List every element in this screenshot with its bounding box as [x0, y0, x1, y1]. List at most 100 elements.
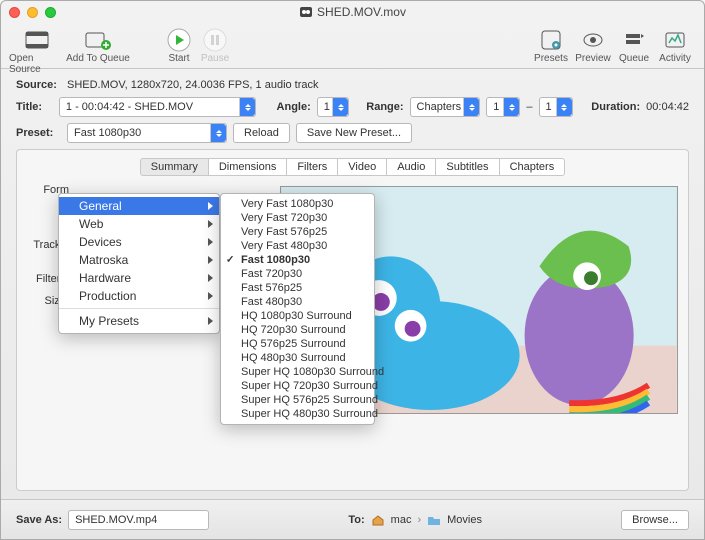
preset-select[interactable]: Fast 1080p30	[67, 123, 227, 143]
menu-item-web[interactable]: Web	[59, 215, 219, 233]
presets-icon	[540, 29, 562, 51]
app-window: SHED.MOV.mov Open Source Add To Queue St…	[0, 0, 705, 540]
range-to-select[interactable]: 1	[539, 97, 573, 117]
preset-submenu: Very Fast 1080p30 Very Fast 720p30 Very …	[220, 193, 375, 425]
check-icon: ✓	[226, 255, 234, 266]
tab-subtitles[interactable]: Subtitles	[436, 158, 499, 176]
angle-value: 1	[324, 101, 330, 113]
tab-chapters[interactable]: Chapters	[500, 158, 566, 176]
select-arrows-icon	[332, 98, 348, 116]
play-icon	[167, 28, 191, 52]
duration-value: 00:04:42	[646, 101, 689, 113]
select-arrows-icon	[503, 98, 519, 116]
movie-icon	[299, 6, 313, 18]
save-as-field[interactable]: SHED.MOV.mp4	[68, 510, 209, 530]
preset-category-menu: General Web Devices Matroska Hardware Pr…	[58, 193, 220, 334]
preset-label: Preset:	[16, 127, 61, 139]
preset-row: Preset: Fast 1080p30 Reload Save New Pre…	[16, 123, 689, 143]
submenu-item[interactable]: Super HQ 576p25 Surround	[221, 393, 374, 407]
range-type-value: Chapters	[417, 101, 462, 113]
submenu-item[interactable]: Super HQ 480p30 Surround	[221, 407, 374, 421]
menu-item-hardware[interactable]: Hardware	[59, 269, 219, 287]
range-type-select[interactable]: Chapters	[410, 97, 481, 117]
title-select-value: 1 - 00:04:42 - SHED.MOV	[66, 101, 193, 113]
tab-dimensions[interactable]: Dimensions	[209, 158, 287, 176]
submenu-item[interactable]: Very Fast 576p25	[221, 225, 374, 239]
range-label: Range:	[366, 101, 403, 113]
save-as-filename: SHED.MOV.mp4	[75, 514, 157, 526]
submenu-item[interactable]: HQ 576p25 Surround	[221, 337, 374, 351]
menu-item-general[interactable]: General	[59, 197, 219, 215]
preview-label: Preview	[575, 53, 611, 64]
pause-button: Pause	[197, 25, 233, 64]
folder-icon	[427, 514, 441, 526]
submenu-item[interactable]: Super HQ 1080p30 Surround	[221, 365, 374, 379]
chevron-right-icon: ›	[417, 514, 421, 526]
submenu-item[interactable]: Fast 576p25	[221, 281, 374, 295]
select-arrows-icon	[556, 98, 572, 116]
tab-video[interactable]: Video	[338, 158, 387, 176]
browse-label: Browse...	[632, 514, 678, 526]
activity-label: Activity	[659, 53, 691, 64]
window-title: SHED.MOV.mov	[1, 5, 704, 19]
submenu-item-checked[interactable]: ✓Fast 1080p30	[221, 253, 374, 267]
select-arrows-icon	[210, 124, 226, 142]
browse-button[interactable]: Browse...	[621, 510, 689, 530]
range-to-value: 1	[546, 101, 552, 113]
select-arrows-icon	[239, 98, 255, 116]
open-source-button[interactable]: Open Source	[9, 25, 65, 75]
content-area: Source: SHED.MOV, 1280x720, 24.0036 FPS,…	[1, 69, 704, 499]
menu-separator	[59, 308, 219, 309]
pause-label: Pause	[201, 53, 229, 64]
menu-item-matroska[interactable]: Matroska	[59, 251, 219, 269]
title-label: Title:	[16, 101, 53, 113]
source-value: SHED.MOV, 1280x720, 24.0036 FPS, 1 audio…	[67, 79, 319, 91]
home-icon	[371, 514, 385, 526]
range-separator: –	[526, 101, 532, 113]
tab-bar: Summary Dimensions Filters Video Audio S…	[27, 158, 678, 176]
submenu-item[interactable]: Very Fast 480p30	[221, 239, 374, 253]
submenu-item[interactable]: Fast 480p30	[221, 295, 374, 309]
submenu-item[interactable]: HQ 480p30 Surround	[221, 351, 374, 365]
pause-icon	[203, 28, 227, 52]
submenu-item[interactable]: Very Fast 1080p30	[221, 197, 374, 211]
tab-audio[interactable]: Audio	[387, 158, 436, 176]
submenu-item[interactable]: HQ 720p30 Surround	[221, 323, 374, 337]
title-row: Title: 1 - 00:04:42 - SHED.MOV Angle: 1 …	[16, 97, 689, 117]
menu-item-my-presets[interactable]: My Presets	[59, 312, 219, 330]
range-from-value: 1	[493, 101, 499, 113]
range-from-select[interactable]: 1	[486, 97, 520, 117]
preset-select-value: Fast 1080p30	[74, 127, 141, 139]
duration-label: Duration:	[591, 101, 640, 113]
start-button[interactable]: Start	[161, 25, 197, 64]
add-to-queue-button[interactable]: Add To Queue	[65, 25, 131, 64]
tab-summary[interactable]: Summary	[140, 158, 209, 176]
queue-icon	[623, 29, 645, 51]
queue-label: Queue	[619, 53, 649, 64]
submenu-item[interactable]: Super HQ 720p30 Surround	[221, 379, 374, 393]
film-reel-icon	[23, 29, 51, 51]
source-label: Source:	[16, 79, 61, 91]
save-new-label: Save New Preset...	[307, 127, 401, 139]
submenu-item[interactable]: HQ 1080p30 Surround	[221, 309, 374, 323]
toolbar: Open Source Add To Queue Start Pause Pre…	[1, 23, 704, 69]
to-host: mac	[391, 514, 412, 526]
titlebar: SHED.MOV.mov	[1, 1, 704, 23]
tab-filters[interactable]: Filters	[287, 158, 338, 176]
angle-select[interactable]: 1	[317, 97, 350, 117]
queue-button[interactable]: Queue	[614, 25, 654, 64]
reload-button[interactable]: Reload	[233, 123, 290, 143]
presets-drawer-button[interactable]: Presets	[530, 25, 572, 64]
to-folder: Movies	[447, 514, 482, 526]
submenu-item[interactable]: Very Fast 720p30	[221, 211, 374, 225]
title-select[interactable]: 1 - 00:04:42 - SHED.MOV	[59, 97, 256, 117]
menu-item-production[interactable]: Production	[59, 287, 219, 305]
save-new-preset-button[interactable]: Save New Preset...	[296, 123, 412, 143]
save-as-label: Save As:	[16, 514, 62, 526]
start-label: Start	[168, 53, 189, 64]
submenu-item[interactable]: Fast 720p30	[221, 267, 374, 281]
menu-item-devices[interactable]: Devices	[59, 233, 219, 251]
eye-icon	[582, 29, 604, 51]
activity-button[interactable]: Activity	[654, 25, 696, 64]
preview-button[interactable]: Preview	[572, 25, 614, 64]
